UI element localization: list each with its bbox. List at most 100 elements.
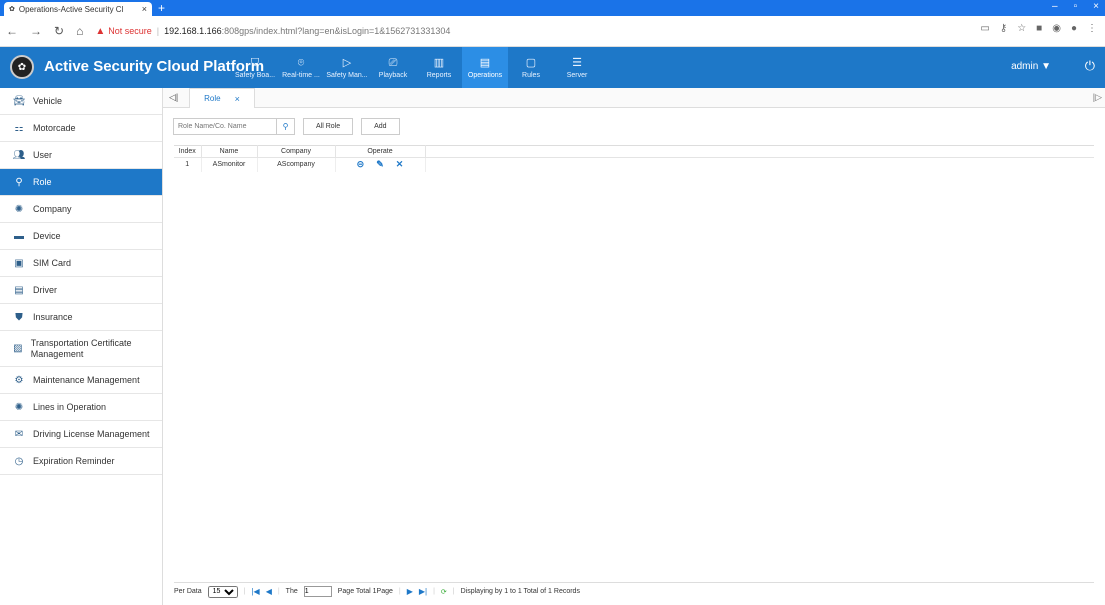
sidebar-item-insurance[interactable]: ⛊ Insurance: [0, 304, 162, 331]
location-pin-icon: ⌾: [297, 56, 305, 69]
menu-label: Safety Boa...: [234, 71, 276, 79]
cell-company: AScompany: [257, 157, 336, 172]
sidebar-item-expiration-reminder[interactable]: ◷ Expiration Reminder: [0, 448, 162, 475]
tab-scroll-icon[interactable]: |▷: [1093, 92, 1102, 103]
menu-rules[interactable]: ▢ Rules: [508, 47, 554, 88]
chevron-down-icon: ▼: [1041, 61, 1051, 72]
divider: |: [277, 588, 280, 595]
page-number-input[interactable]: [303, 586, 332, 597]
view-icon[interactable]: ⊝: [357, 159, 365, 170]
close-icon[interactable]: ×: [235, 94, 240, 104]
next-page-icon[interactable]: ▶: [407, 587, 413, 596]
close-window-icon[interactable]: ×: [1093, 1, 1099, 12]
sidebar-item-label: User: [33, 149, 53, 160]
sidebar-item-driver[interactable]: ▤ Driver: [0, 277, 162, 304]
delete-icon[interactable]: ✕: [396, 159, 404, 170]
operations-icon: ▤: [479, 56, 491, 69]
key-icon[interactable]: ⚷: [1000, 23, 1007, 34]
new-tab-button[interactable]: +: [158, 1, 165, 15]
pagination-bar: Per Data 15 | |◀ ◀ | The Page Total 1Pag…: [174, 582, 1094, 600]
page-tab-strip: ◁| Role × |▷: [163, 88, 1105, 108]
menu-safety-management[interactable]: ▷ Safety Man...: [324, 47, 370, 88]
minimize-icon[interactable]: –: [1052, 1, 1058, 12]
back-icon[interactable]: ←: [6, 24, 18, 38]
sidebar-item-label: Motorcade: [33, 122, 76, 133]
search-icon[interactable]: ⚲: [276, 119, 294, 134]
url-host: 192.168.1.166: [164, 26, 222, 36]
menu-server[interactable]: ☰ Server: [554, 47, 600, 88]
per-data-select[interactable]: 15: [207, 585, 238, 598]
sidebar-item-label: Device: [33, 230, 61, 241]
refresh-icon[interactable]: ⟳: [441, 588, 447, 596]
all-role-button[interactable]: All Role: [303, 118, 354, 135]
cell-operate: ⊝ ✎ ✕: [335, 157, 426, 172]
col-company[interactable]: Company: [257, 145, 336, 158]
maximize-icon[interactable]: ▫: [1074, 1, 1078, 12]
col-name[interactable]: Name: [201, 145, 258, 158]
cell-filler: [425, 158, 1094, 172]
sidebar-item-vehicle[interactable]: 🚘︎ Vehicle: [0, 88, 162, 115]
sidebar-item-motorcade[interactable]: ⚏ Motorcade: [0, 115, 162, 142]
sidebar-item-lines[interactable]: ✺ Lines in Operation: [0, 394, 162, 421]
sidebar-item-maintenance[interactable]: ⚙ Maintenance Management: [0, 367, 162, 394]
profile-icon[interactable]: ●: [1071, 23, 1077, 34]
records-summary: Displaying by 1 to 1 Total of 1 Records: [460, 588, 580, 595]
sidebar-item-user[interactable]: 👥︎ User: [0, 142, 162, 169]
menu-label: Playback: [378, 71, 408, 79]
star-icon[interactable]: ☆: [1017, 23, 1026, 34]
user-menu[interactable]: admin ▼: [1011, 61, 1051, 72]
browser-tab-title: Operations-Active Security Cl: [18, 4, 124, 14]
sync-icon[interactable]: ◉: [1052, 23, 1061, 34]
certificate-icon: ▨: [13, 343, 23, 354]
col-filler: [425, 145, 1094, 158]
edit-icon[interactable]: ✎: [376, 159, 384, 170]
power-icon[interactable]: ⏻: [1085, 58, 1095, 74]
url-field[interactable]: ▲ Not secure | 192.168.1.166 :808gps/ind…: [95, 22, 450, 40]
menu-reports[interactable]: ▥ Reports: [416, 47, 462, 88]
sidebar-item-label: Transportation Certificate Management: [30, 337, 132, 359]
page-total: Page Total 1Page: [337, 588, 393, 595]
menu-operations[interactable]: ▤ Operations: [462, 47, 508, 88]
reload-icon[interactable]: ↻: [54, 24, 64, 38]
table-row[interactable]: 1 ASmonitor AScompany ⊝ ✎ ✕: [174, 157, 1094, 172]
home-icon[interactable]: ⌂: [76, 24, 83, 38]
warning-icon: ▲: [95, 25, 106, 37]
sliders-icon: ☰: [572, 56, 582, 69]
sidebar-item-driving-license[interactable]: ✉ Driving License Management: [0, 421, 162, 448]
tab-label: Role: [204, 94, 221, 103]
first-page-icon[interactable]: |◀: [251, 587, 259, 596]
menu-label: Reports: [426, 71, 452, 79]
sidebar-item-company[interactable]: ✺ Company: [0, 196, 162, 223]
nav-buttons: ← → ↻ ⌂: [6, 24, 83, 38]
menu-safety-board[interactable]: ⛉ Safety Boa...: [232, 47, 278, 88]
forward-icon[interactable]: →: [30, 24, 42, 38]
extension-icon[interactable]: ■: [1036, 23, 1042, 34]
screen-icon[interactable]: ▭: [980, 23, 989, 34]
more-icon[interactable]: ⋮: [1087, 23, 1097, 34]
tab-role[interactable]: Role ×: [189, 88, 255, 108]
collapse-sidebar-icon[interactable]: ◁|: [169, 92, 178, 103]
sidebar-item-label: Driving License Management: [33, 428, 150, 439]
prev-page-icon[interactable]: ◀: [266, 587, 272, 596]
sidebar-item-label: Driver: [33, 284, 57, 295]
url-path: :808gps/index.html?lang=en&isLogin=1&156…: [221, 26, 451, 36]
role-table: Index Name Company Operate 1 ASmonitor A…: [174, 145, 1094, 172]
menu-playback[interactable]: ⎚ Playback: [370, 47, 416, 88]
menu-real-time[interactable]: ⌾ Real-time ...: [278, 47, 324, 88]
sidebar-item-sim-card[interactable]: ▣ SIM Card: [0, 250, 162, 277]
address-bar-row: ← → ↻ ⌂ ▲ Not secure | 192.168.1.166 :80…: [0, 16, 1105, 47]
last-page-icon[interactable]: ▶|: [419, 587, 427, 596]
search-input[interactable]: [174, 119, 276, 134]
sidebar-item-device[interactable]: ▬ Device: [0, 223, 162, 250]
motorcade-icon: ⚏: [14, 122, 24, 134]
add-button[interactable]: Add: [361, 118, 400, 135]
users-icon: 👥︎: [12, 149, 26, 161]
col-index[interactable]: Index: [174, 145, 202, 158]
sidebar-item-role[interactable]: ⚲ Role: [0, 169, 162, 196]
sidebar-item-transportation-certificate[interactable]: ▨ Transportation Certificate Management: [0, 331, 162, 367]
sidebar-item-label: Company: [33, 203, 72, 214]
close-tab-icon[interactable]: ×: [142, 4, 147, 14]
company-icon: ✺: [14, 203, 24, 215]
main-menu: ⛉ Safety Boa... ⌾ Real-time ... ▷ Safety Ma…: [232, 47, 600, 88]
browser-tab[interactable]: ✿ Operations-Active Security Cl ×: [4, 2, 152, 16]
